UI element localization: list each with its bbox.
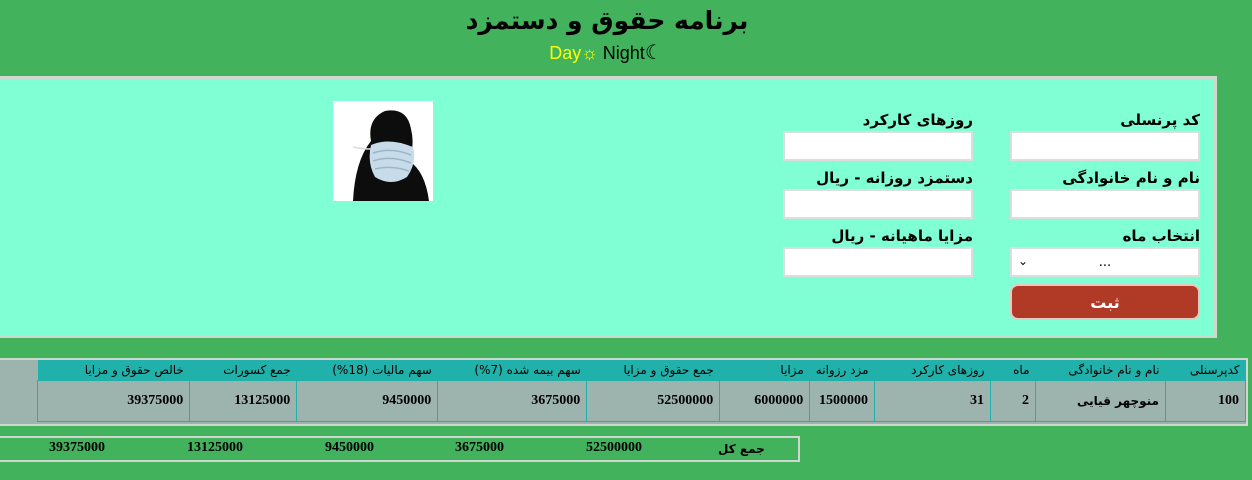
monthly-benefits-label: مزایا ماهیانه - ریال bbox=[831, 227, 973, 245]
cell-gross: 52500000 bbox=[586, 380, 721, 422]
header-full-name: نام و نام خانوادگی bbox=[1035, 360, 1166, 381]
totals-deductions: 13125000 bbox=[187, 440, 243, 455]
cell-personnel-code: 100 bbox=[1165, 380, 1246, 422]
header-benefits: مزایا bbox=[719, 360, 810, 381]
header-month: ماه bbox=[990, 360, 1036, 381]
theme-switcher: Day☼ Night☾ bbox=[0, 40, 1212, 65]
cell-net: 39375000 bbox=[37, 380, 191, 422]
full-name-input[interactable] bbox=[1010, 189, 1200, 219]
totals-label: جمع کل bbox=[718, 442, 765, 456]
daily-wage-input[interactable] bbox=[783, 189, 973, 219]
payroll-table-container: کدپرسنلی نام و نام خانوادگی ماه روزهای ک… bbox=[0, 358, 1248, 426]
cell-full-name: منوچهر قیایی bbox=[1035, 380, 1166, 422]
night-mode-button[interactable]: Night☾ bbox=[602, 42, 663, 64]
daily-wage-label: دستمزد روزانه - ریال bbox=[816, 169, 973, 187]
totals-insurance: 3675000 bbox=[455, 440, 504, 455]
submit-button[interactable]: ثبت bbox=[1010, 284, 1200, 320]
totals-row: جمع کل 52500000 3675000 9450000 13125000… bbox=[0, 436, 800, 462]
header-work-days: روزهای کارکرد bbox=[874, 360, 991, 381]
month-label: انتخاب ماه bbox=[1122, 227, 1200, 245]
input-panel: کد پرنسلی روزهای کارکرد نام و نام خانواد… bbox=[0, 76, 1217, 338]
cell-month: 2 bbox=[990, 380, 1036, 422]
cell-tax: 9450000 bbox=[296, 380, 439, 422]
header-personnel-code: کدپرسنلی bbox=[1165, 360, 1246, 381]
cell-daily-wage: 1500000 bbox=[809, 380, 875, 422]
table-row[interactable]: 100 منوچهر قیایی 2 31 1500000 6000000 52… bbox=[37, 380, 1246, 422]
header-daily-wage: مزد رزوانه bbox=[809, 360, 875, 381]
header-net: خالص حقوق و مزایا bbox=[37, 360, 190, 381]
night-label: Night bbox=[602, 43, 645, 63]
day-label: Day bbox=[549, 43, 582, 63]
employee-avatar bbox=[333, 101, 433, 201]
table-header-row: کدپرسنلی نام و نام خانوادگی ماه روزهای ک… bbox=[37, 360, 1246, 381]
chevron-down-icon: ⌄ bbox=[1018, 254, 1029, 268]
full-name-label: نام و نام خانوادگی bbox=[1062, 169, 1200, 187]
cell-deductions: 13125000 bbox=[189, 380, 298, 422]
payroll-table: کدپرسنلی نام و نام خانوادگی ماه روزهای ک… bbox=[37, 360, 1246, 422]
monthly-benefits-input[interactable] bbox=[783, 247, 973, 277]
header-insurance: سهم بیمه شده (7%) bbox=[437, 360, 587, 381]
work-days-label: روزهای کارکرد bbox=[862, 111, 973, 129]
day-mode-button[interactable]: Day☼ bbox=[549, 43, 598, 63]
page-title: برنامه حقوق و دستمزد bbox=[465, 6, 749, 35]
moon-icon: ☾ bbox=[644, 42, 663, 64]
header-deductions: جمع کسورات bbox=[189, 360, 297, 381]
personnel-code-label: کد پرنسلی bbox=[1120, 111, 1200, 129]
personnel-code-input[interactable] bbox=[1010, 131, 1200, 161]
masked-person-image bbox=[333, 101, 433, 201]
sun-icon: ☼ bbox=[581, 43, 598, 63]
work-days-input[interactable] bbox=[783, 131, 973, 161]
header-gross: جمع حقوق و مزایا bbox=[586, 360, 720, 381]
header-tax: سهم مالیات (18%) bbox=[296, 360, 438, 381]
cell-benefits: 6000000 bbox=[719, 380, 811, 422]
totals-gross: 52500000 bbox=[586, 440, 642, 455]
cell-insurance: 3675000 bbox=[437, 380, 588, 422]
totals-tax: 9450000 bbox=[325, 440, 374, 455]
month-select-value: ... bbox=[1098, 254, 1112, 270]
cell-work-days: 31 bbox=[874, 380, 991, 422]
totals-net: 39375000 bbox=[49, 440, 105, 455]
month-select[interactable]: ⌄ ... bbox=[1010, 247, 1200, 277]
